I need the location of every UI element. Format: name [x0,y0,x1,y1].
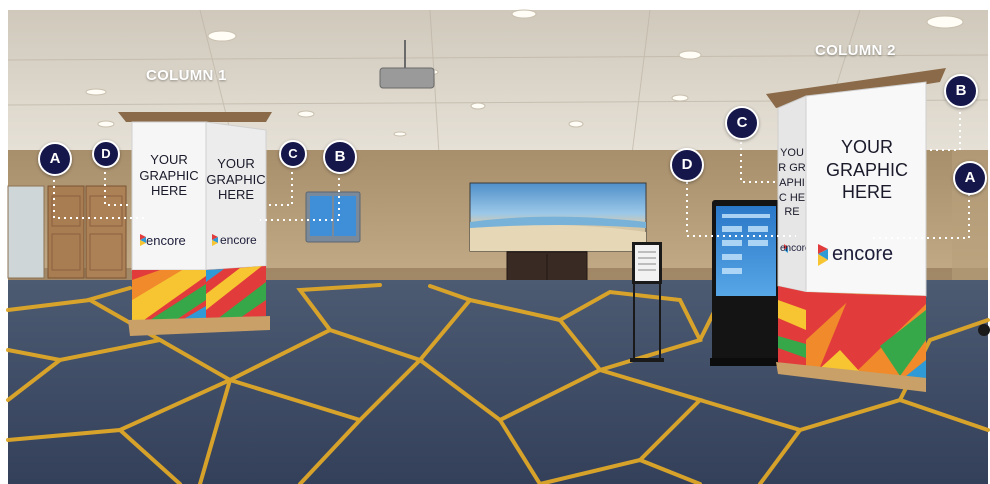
callout-badge-c: C [725,106,759,140]
callout-badge-b: B [944,74,978,108]
wood-doors [7,185,127,279]
callout-badge-a: A [38,142,72,176]
column-2-right-logo-text: encore [832,243,894,265]
column-1 [118,112,272,336]
column-2 [766,68,946,392]
column-2-right-graphic-placeholder: YOUR GRAPHIC HERE [825,137,908,202]
beach-video-screen [469,182,647,252]
column-2-title: COLUMN 2 [815,42,896,59]
column-1-left-logo-text: encore [146,233,186,248]
callout-badge-d: D [92,140,120,168]
wall-digital-display [305,191,361,243]
column-1-right-logo-text: encore [220,233,257,247]
callout-badge-d: D [670,148,704,182]
column-1-title: COLUMN 1 [146,67,227,84]
column-2-left-logo-text: encore [780,243,806,254]
digital-kiosk [710,200,782,366]
callout-badge-b: B [323,140,357,174]
callout-badge-a: A [953,161,987,195]
column-1-right-graphic-placeholder: YOUR GRAPHIC HERE [206,156,266,203]
chair-edge [978,324,990,336]
callout-badge-c: C [279,140,307,168]
column-1-left-graphic-placeholder: YOUR GRAPHIC HERE [139,152,199,199]
column-2-left-graphic-placeholder: YOUR GRAPHIC HERE [778,147,806,219]
